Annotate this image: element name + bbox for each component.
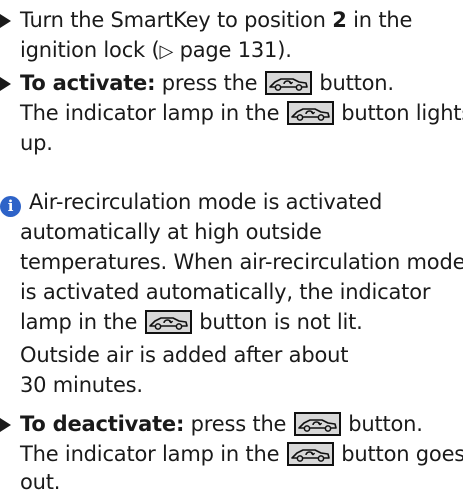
step1-line2-prefix: ignition lock ( [20, 38, 160, 62]
air-recirculation-icon [286, 101, 334, 125]
activate-button-word: button. [312, 71, 394, 95]
air-recirculation-icon [144, 310, 192, 334]
bullet-arrow-icon [0, 77, 11, 91]
activate-label: To activate: [20, 71, 156, 95]
manual-page: Turn the SmartKey to position 2 in the i… [0, 0, 463, 494]
deactivate-line2-suffix: button goes [334, 442, 463, 466]
note-text: temperatures. When air-recirculation mod… [20, 250, 463, 274]
step1-text: Turn the SmartKey to position [20, 8, 333, 32]
deactivate-line1: To deactivate: press the button. [0, 409, 423, 439]
deactivate-press-text: press the [184, 412, 293, 436]
note-extra-line2: 30 minutes. [20, 370, 143, 400]
activate-line3-text: up. [20, 131, 53, 155]
air-recirculation-icon [293, 412, 341, 436]
step1-line1: Turn the SmartKey to position 2 in the [0, 5, 412, 35]
note-line5: lamp in the button is not lit. [20, 307, 363, 337]
page-ref-arrow-icon: ▷ [159, 41, 174, 62]
note-line2: automatically at high outside [20, 217, 322, 247]
activate-press-text: press the [155, 71, 264, 95]
note-text: is activated automatically, the indicato… [20, 280, 431, 304]
air-recirculation-icon [286, 442, 334, 466]
info-icon: i [0, 196, 21, 217]
deactivate-button-word: button. [341, 412, 423, 436]
step1-text-suffix: in the [346, 8, 413, 32]
note-extra-line1: Outside air is added after about [20, 340, 348, 370]
bullet-arrow-icon [0, 14, 11, 28]
activate-line2: The indicator lamp in the button lights [20, 98, 463, 128]
note-text: Air-recirculation mode is activated [29, 190, 383, 214]
bullet-arrow-icon [0, 418, 11, 432]
deactivate-label: To deactivate: [20, 412, 185, 436]
activate-line3: up. [20, 128, 53, 158]
step1-position: 2 [332, 8, 347, 32]
page-reference: page 131). [173, 38, 292, 62]
note-line4: is activated automatically, the indicato… [20, 277, 430, 307]
deactivate-line3-text: out. [20, 470, 61, 494]
deactivate-line2: The indicator lamp in the button goes [20, 439, 463, 469]
air-recirculation-icon [264, 71, 312, 95]
note-line5-prefix: lamp in the [20, 310, 144, 334]
deactivate-line3: out. [20, 467, 60, 497]
activate-line2-prefix: The indicator lamp in the [20, 101, 286, 125]
note-line3: temperatures. When air-recirculation mod… [20, 247, 463, 277]
activate-line2-suffix: button lights [334, 101, 463, 125]
note-text: automatically at high outside [20, 220, 322, 244]
step1-line2: ignition lock (▷ page 131). [20, 35, 292, 67]
note-line5-suffix: button is not lit. [192, 310, 363, 334]
activate-line1: To activate: press the button. [0, 68, 394, 98]
note-extra-text: Outside air is added after about [20, 343, 349, 367]
deactivate-line2-prefix: The indicator lamp in the [20, 442, 286, 466]
note-extra-text: 30 minutes. [20, 373, 143, 397]
note-line1: i Air-recirculation mode is activated [0, 187, 382, 217]
